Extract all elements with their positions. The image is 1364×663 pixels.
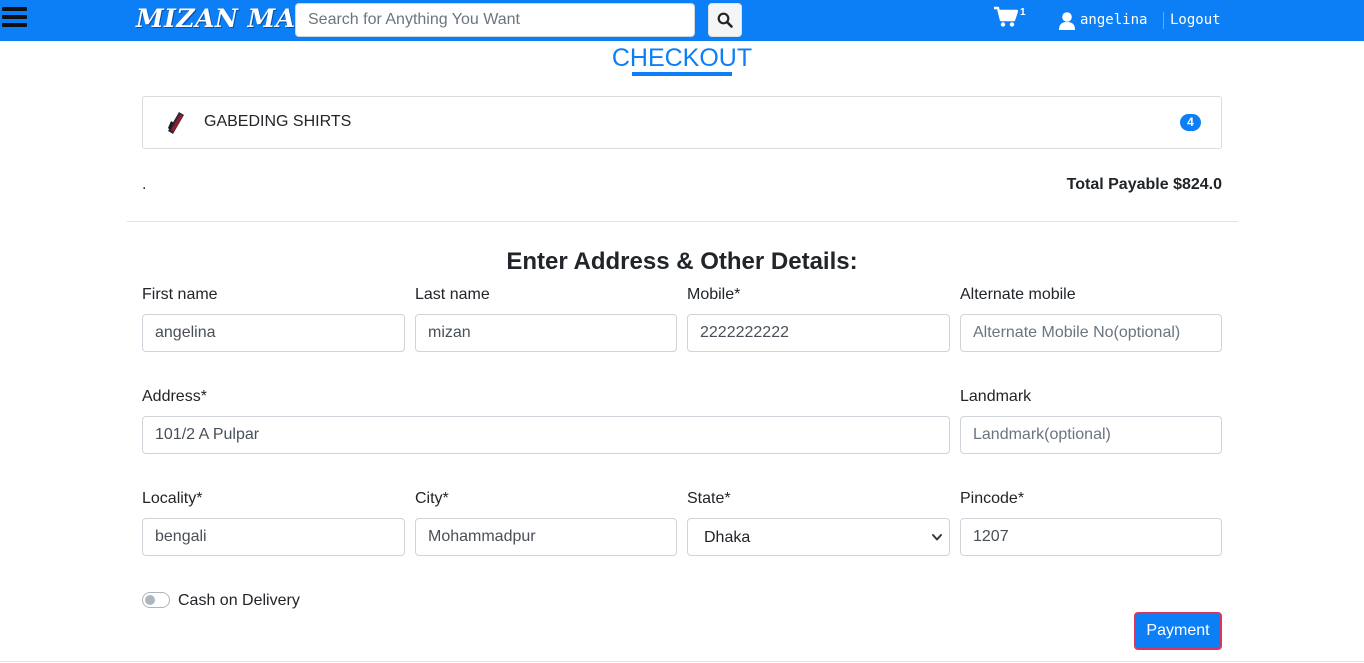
top-navbar: MIZAN MART 1 angelina Logout: [0, 0, 1364, 41]
first-name-label: First name: [142, 286, 218, 303]
landmark-field[interactable]: [960, 416, 1222, 454]
search-icon: [717, 12, 733, 28]
pincode-label: Pincode*: [960, 490, 1025, 507]
mobile-label: Mobile*: [687, 286, 741, 303]
address-field[interactable]: [142, 416, 950, 454]
mobile-field[interactable]: [687, 314, 950, 352]
username-link[interactable]: angelina: [1080, 12, 1147, 28]
order-item-card: GABEDING SHIRTS 4: [142, 96, 1222, 149]
address-label: Address*: [142, 388, 207, 405]
shirt-thumbnail: [168, 112, 184, 134]
toggle-knob: [145, 595, 155, 605]
locality-field[interactable]: [142, 518, 405, 556]
user-icon: [1059, 12, 1075, 30]
first-name-field[interactable]: [142, 314, 405, 352]
item-quantity-badge: 4: [1180, 114, 1201, 131]
bottom-divider: [0, 661, 1364, 662]
search-input[interactable]: [295, 3, 695, 37]
state-select[interactable]: Dhaka: [687, 518, 950, 556]
last-name-field[interactable]: [415, 314, 677, 352]
nav-divider: [1163, 12, 1164, 29]
last-name-label: Last name: [415, 286, 490, 303]
form-title: Enter Address & Other Details:: [506, 248, 858, 275]
summary-dot: .: [142, 176, 147, 193]
title-underline: [632, 72, 732, 76]
payment-button[interactable]: Payment: [1134, 612, 1222, 650]
alt-mobile-field[interactable]: [960, 314, 1222, 352]
city-field[interactable]: [415, 518, 677, 556]
cart-count-badge: 1: [1020, 7, 1026, 18]
state-selected-value: Dhaka: [704, 529, 751, 546]
page-title: CHECKOUT: [611, 44, 753, 72]
locality-label: Locality*: [142, 490, 203, 507]
section-divider: [127, 221, 1238, 222]
alt-mobile-label: Alternate mobile: [960, 286, 1076, 303]
cash-on-delivery-toggle[interactable]: [142, 592, 170, 608]
cart-button[interactable]: [994, 6, 1034, 34]
city-label: City*: [415, 490, 449, 507]
search-button[interactable]: [708, 3, 742, 37]
logout-link[interactable]: Logout: [1170, 12, 1221, 28]
cart-icon: [994, 6, 1019, 27]
chevron-down-icon: [932, 534, 942, 541]
item-name: GABEDING SHIRTS: [204, 113, 352, 130]
menu-icon[interactable]: [2, 7, 27, 31]
cash-on-delivery-label[interactable]: Cash on Delivery: [178, 592, 300, 610]
pincode-field[interactable]: [960, 518, 1222, 556]
state-label: State*: [687, 490, 731, 507]
total-payable: Total Payable $824.0: [1066, 176, 1222, 193]
landmark-label: Landmark: [960, 388, 1032, 405]
